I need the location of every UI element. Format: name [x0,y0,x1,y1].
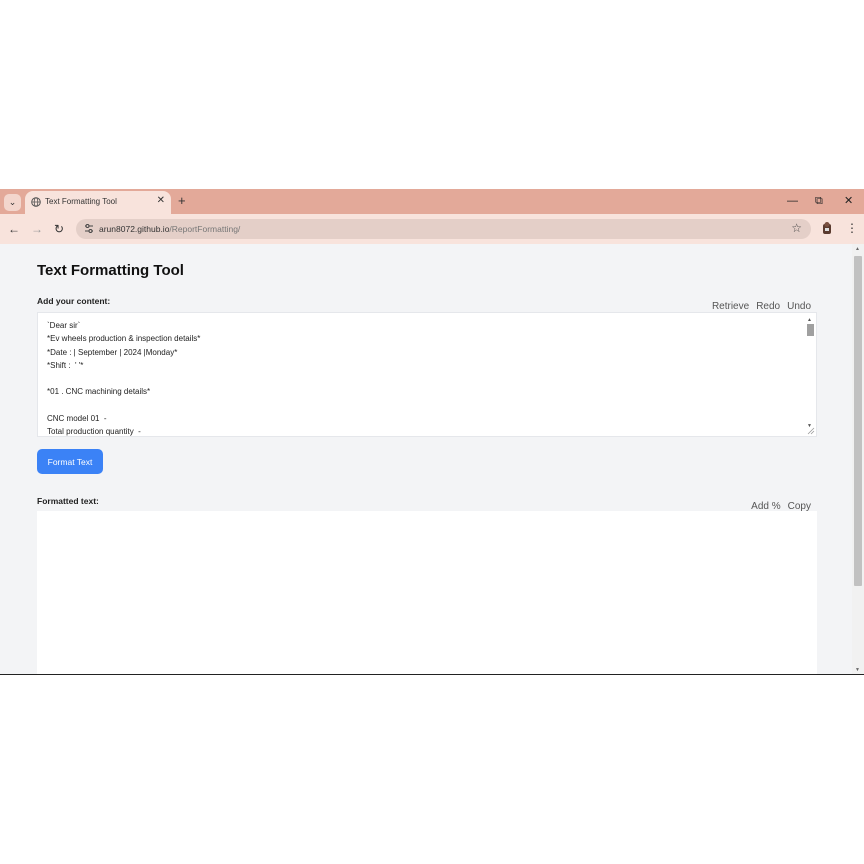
site-settings-icon[interactable] [84,223,94,234]
window-close-icon[interactable]: ✕ [844,195,853,207]
page-viewport: Text Formatting Tool Add your content: R… [0,244,864,675]
back-icon[interactable]: ← [8,222,20,236]
content-line: CNC model 01 - [47,414,107,424]
minimize-icon[interactable]: — [787,195,798,207]
restore-icon[interactable]: ⧉ [815,195,823,207]
content-line [47,372,200,385]
output-label: Formatted text: [37,496,99,506]
content-line: *Date : | September | 2024 |Monday* [47,347,178,357]
content-textarea[interactable]: `Dear sir` *Ev wheels production & inspec… [37,312,817,437]
url-text[interactable]: arun8072.github.io/ReportFormatting/ [99,224,240,234]
textarea-scrollbar[interactable]: ▲ ▼ [806,317,815,429]
content-line: `Dear sir` [47,321,81,330]
redo-button[interactable]: Redo [756,301,780,312]
bookmark-star-icon[interactable]: ☆ [791,221,802,235]
content-line [47,399,200,412]
forward-icon[interactable]: → [31,222,43,236]
tab-strip: ⌄ Text Formatting Tool ✕ + — ⧉ ✕ [0,189,864,214]
undo-button[interactable]: Undo [787,301,811,312]
content-line: *Shift : ' '* [47,360,84,370]
page-scroll-thumb[interactable] [854,256,862,586]
content-line: *Ev wheels production & inspection detai… [47,334,201,344]
new-tab-button[interactable]: + [178,193,186,209]
content-line: Total production quantity - [47,427,141,437]
content-text: `Dear sir` *Ev wheels production & inspec… [47,319,201,437]
url-host: arun8072.github.io [99,224,170,234]
retrieve-button[interactable]: Retrieve [712,301,749,312]
textarea-scroll-thumb[interactable] [807,324,814,336]
format-text-button[interactable]: Format Text [37,449,103,474]
browser-toolbar: ← → ↻ arun8072.github.io/ReportFormattin… [0,214,864,244]
window-bottom-edge [0,674,864,675]
page-title: Text Formatting Tool [37,262,184,279]
chevron-down-icon: ⌄ [8,197,17,207]
tab-title: Text Formatting Tool [45,197,117,206]
reload-icon[interactable]: ↻ [54,222,64,236]
page-scrollbar[interactable]: ▲ ▼ [852,244,864,675]
extension-icon[interactable] [821,221,833,235]
page-scroll-down-icon[interactable]: ▼ [855,667,860,673]
input-label: Add your content: [37,296,111,306]
tab-search-button[interactable]: ⌄ [4,194,21,211]
formatted-text-output[interactable] [37,511,817,675]
tab-close-icon[interactable]: ✕ [157,196,165,206]
content-line: *01 . CNC machining details* [47,387,151,397]
scroll-up-icon[interactable]: ▲ [807,317,812,323]
browser-window: ⌄ Text Formatting Tool ✕ + — ⧉ ✕ ← → ↻ a… [0,189,864,675]
address-bar[interactable]: arun8072.github.io/ReportFormatting/ ☆ [76,219,811,239]
page-scroll-up-icon[interactable]: ▲ [855,246,860,252]
input-actions: Retrieve Redo Undo [712,301,811,312]
url-path: /ReportFormatting/ [169,224,241,234]
globe-icon [31,197,41,207]
resize-handle-icon[interactable] [807,427,815,435]
browser-menu-icon[interactable]: ⋮ [846,220,858,236]
tab-text-formatting-tool[interactable]: Text Formatting Tool ✕ [25,191,171,214]
